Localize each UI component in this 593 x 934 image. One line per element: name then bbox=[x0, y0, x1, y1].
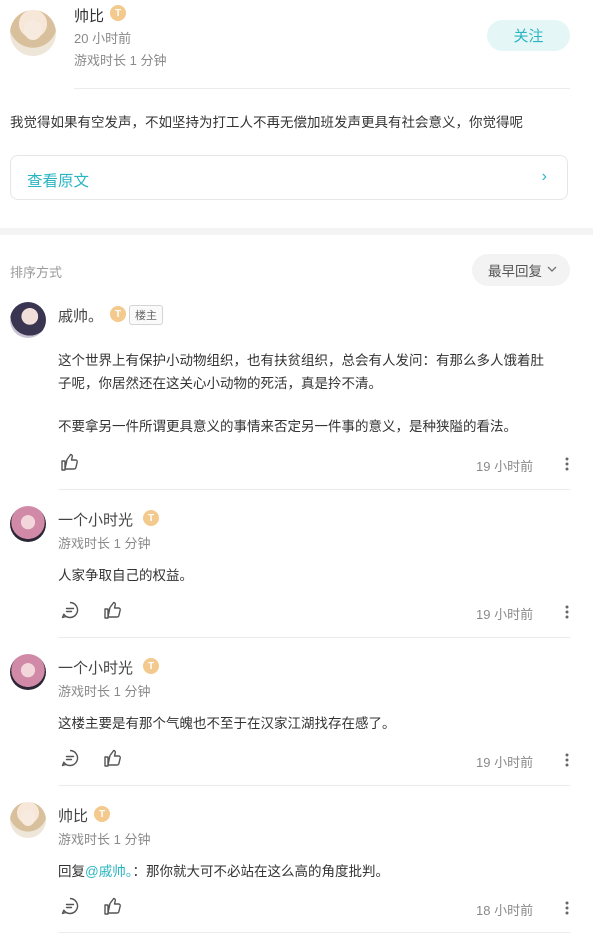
level-badge-icon: T bbox=[110, 306, 126, 322]
comment-playtime: 游戏时长 1 分钟 bbox=[58, 536, 151, 551]
view-original-button[interactable]: 查看原文 › bbox=[10, 155, 568, 200]
level-badge-icon: T bbox=[94, 806, 110, 822]
comment-time: 19 小时前 bbox=[476, 607, 534, 622]
view-original-label: 查看原文 bbox=[27, 173, 90, 190]
like-icon[interactable] bbox=[103, 748, 123, 768]
post-content: 我觉得如果有空发声，不如坚持为打工人不再无偿加班发声更具有社会意义，你觉得呢 bbox=[10, 115, 523, 130]
reply-icon[interactable] bbox=[60, 600, 80, 620]
comment-author-name[interactable]: 帅比 bbox=[58, 805, 88, 826]
comment-text: 回复@戚帅。：那你就大可不必站在这么高的角度批判。 bbox=[58, 860, 389, 883]
post-time: 20 小时前 bbox=[74, 31, 132, 46]
comment-author-name[interactable]: 戚帅。 bbox=[58, 305, 103, 326]
comment-divider bbox=[58, 637, 570, 638]
comment-playtime: 游戏时长 1 分钟 bbox=[58, 832, 151, 847]
comment-divider bbox=[58, 785, 570, 786]
comment-text: 这个世界上有保护小动物组织，也有扶贫组织，总会有人发问：有那么多人饿着肚 子呢，… bbox=[58, 353, 544, 434]
author-name[interactable]: 帅比 bbox=[74, 5, 104, 26]
owner-tag: 楼主 bbox=[129, 305, 163, 325]
reply-icon[interactable] bbox=[60, 896, 80, 916]
more-options-icon[interactable] bbox=[560, 604, 574, 620]
like-icon[interactable] bbox=[60, 452, 80, 472]
sort-current: 最早回复 bbox=[488, 264, 542, 279]
more-options-icon[interactable] bbox=[560, 752, 574, 768]
author-playtime: 游戏时长 1 分钟 bbox=[74, 53, 167, 68]
reply-prefix: 回复 bbox=[58, 864, 85, 879]
like-icon[interactable] bbox=[103, 896, 123, 916]
comment-author-name[interactable]: 一个小时光 bbox=[58, 657, 133, 678]
comment-avatar[interactable] bbox=[10, 506, 46, 542]
comment-avatar[interactable] bbox=[10, 654, 46, 690]
mention-link[interactable]: @戚帅。 bbox=[85, 864, 132, 879]
more-options-icon[interactable] bbox=[560, 900, 574, 916]
author-avatar[interactable] bbox=[10, 10, 56, 56]
chevron-right-icon: › bbox=[541, 168, 547, 185]
comment-text: 这楼主要是有那个气魄也不至于在汉家江湖找存在感了。 bbox=[58, 716, 396, 731]
like-icon[interactable] bbox=[103, 600, 123, 620]
comment-playtime: 游戏时长 1 分钟 bbox=[58, 684, 151, 699]
more-options-icon[interactable] bbox=[560, 456, 574, 472]
follow-button[interactable]: 关注 bbox=[487, 20, 570, 51]
comment-divider bbox=[58, 932, 570, 933]
chevron-down-icon bbox=[547, 266, 557, 272]
header-divider bbox=[74, 88, 570, 89]
level-badge-icon: T bbox=[110, 5, 126, 21]
comment-author-name[interactable]: 一个小时光 bbox=[58, 509, 133, 530]
reply-icon[interactable] bbox=[60, 748, 80, 768]
comment-avatar[interactable] bbox=[10, 802, 46, 838]
level-badge-icon: T bbox=[143, 510, 159, 526]
comment-time: 19 小时前 bbox=[476, 755, 534, 770]
sort-dropdown[interactable]: 最早回复 bbox=[472, 254, 570, 286]
level-badge-icon: T bbox=[143, 658, 159, 674]
section-separator bbox=[0, 228, 593, 235]
sort-label: 排序方式 bbox=[10, 265, 63, 280]
comment-time: 19 小时前 bbox=[476, 459, 534, 474]
comment-divider bbox=[58, 489, 570, 490]
comment-time: 18 小时前 bbox=[476, 903, 534, 918]
comment-avatar[interactable] bbox=[10, 302, 46, 338]
comment-text: 人家争取自己的权益。 bbox=[58, 568, 193, 583]
reply-body: ：那你就大可不必站在这么高的角度批判。 bbox=[132, 864, 389, 879]
post-header: 帅比 T 20 小时前 游戏时长 1 分钟 关注 我觉得如果有空发声，不如坚持为… bbox=[0, 0, 593, 228]
